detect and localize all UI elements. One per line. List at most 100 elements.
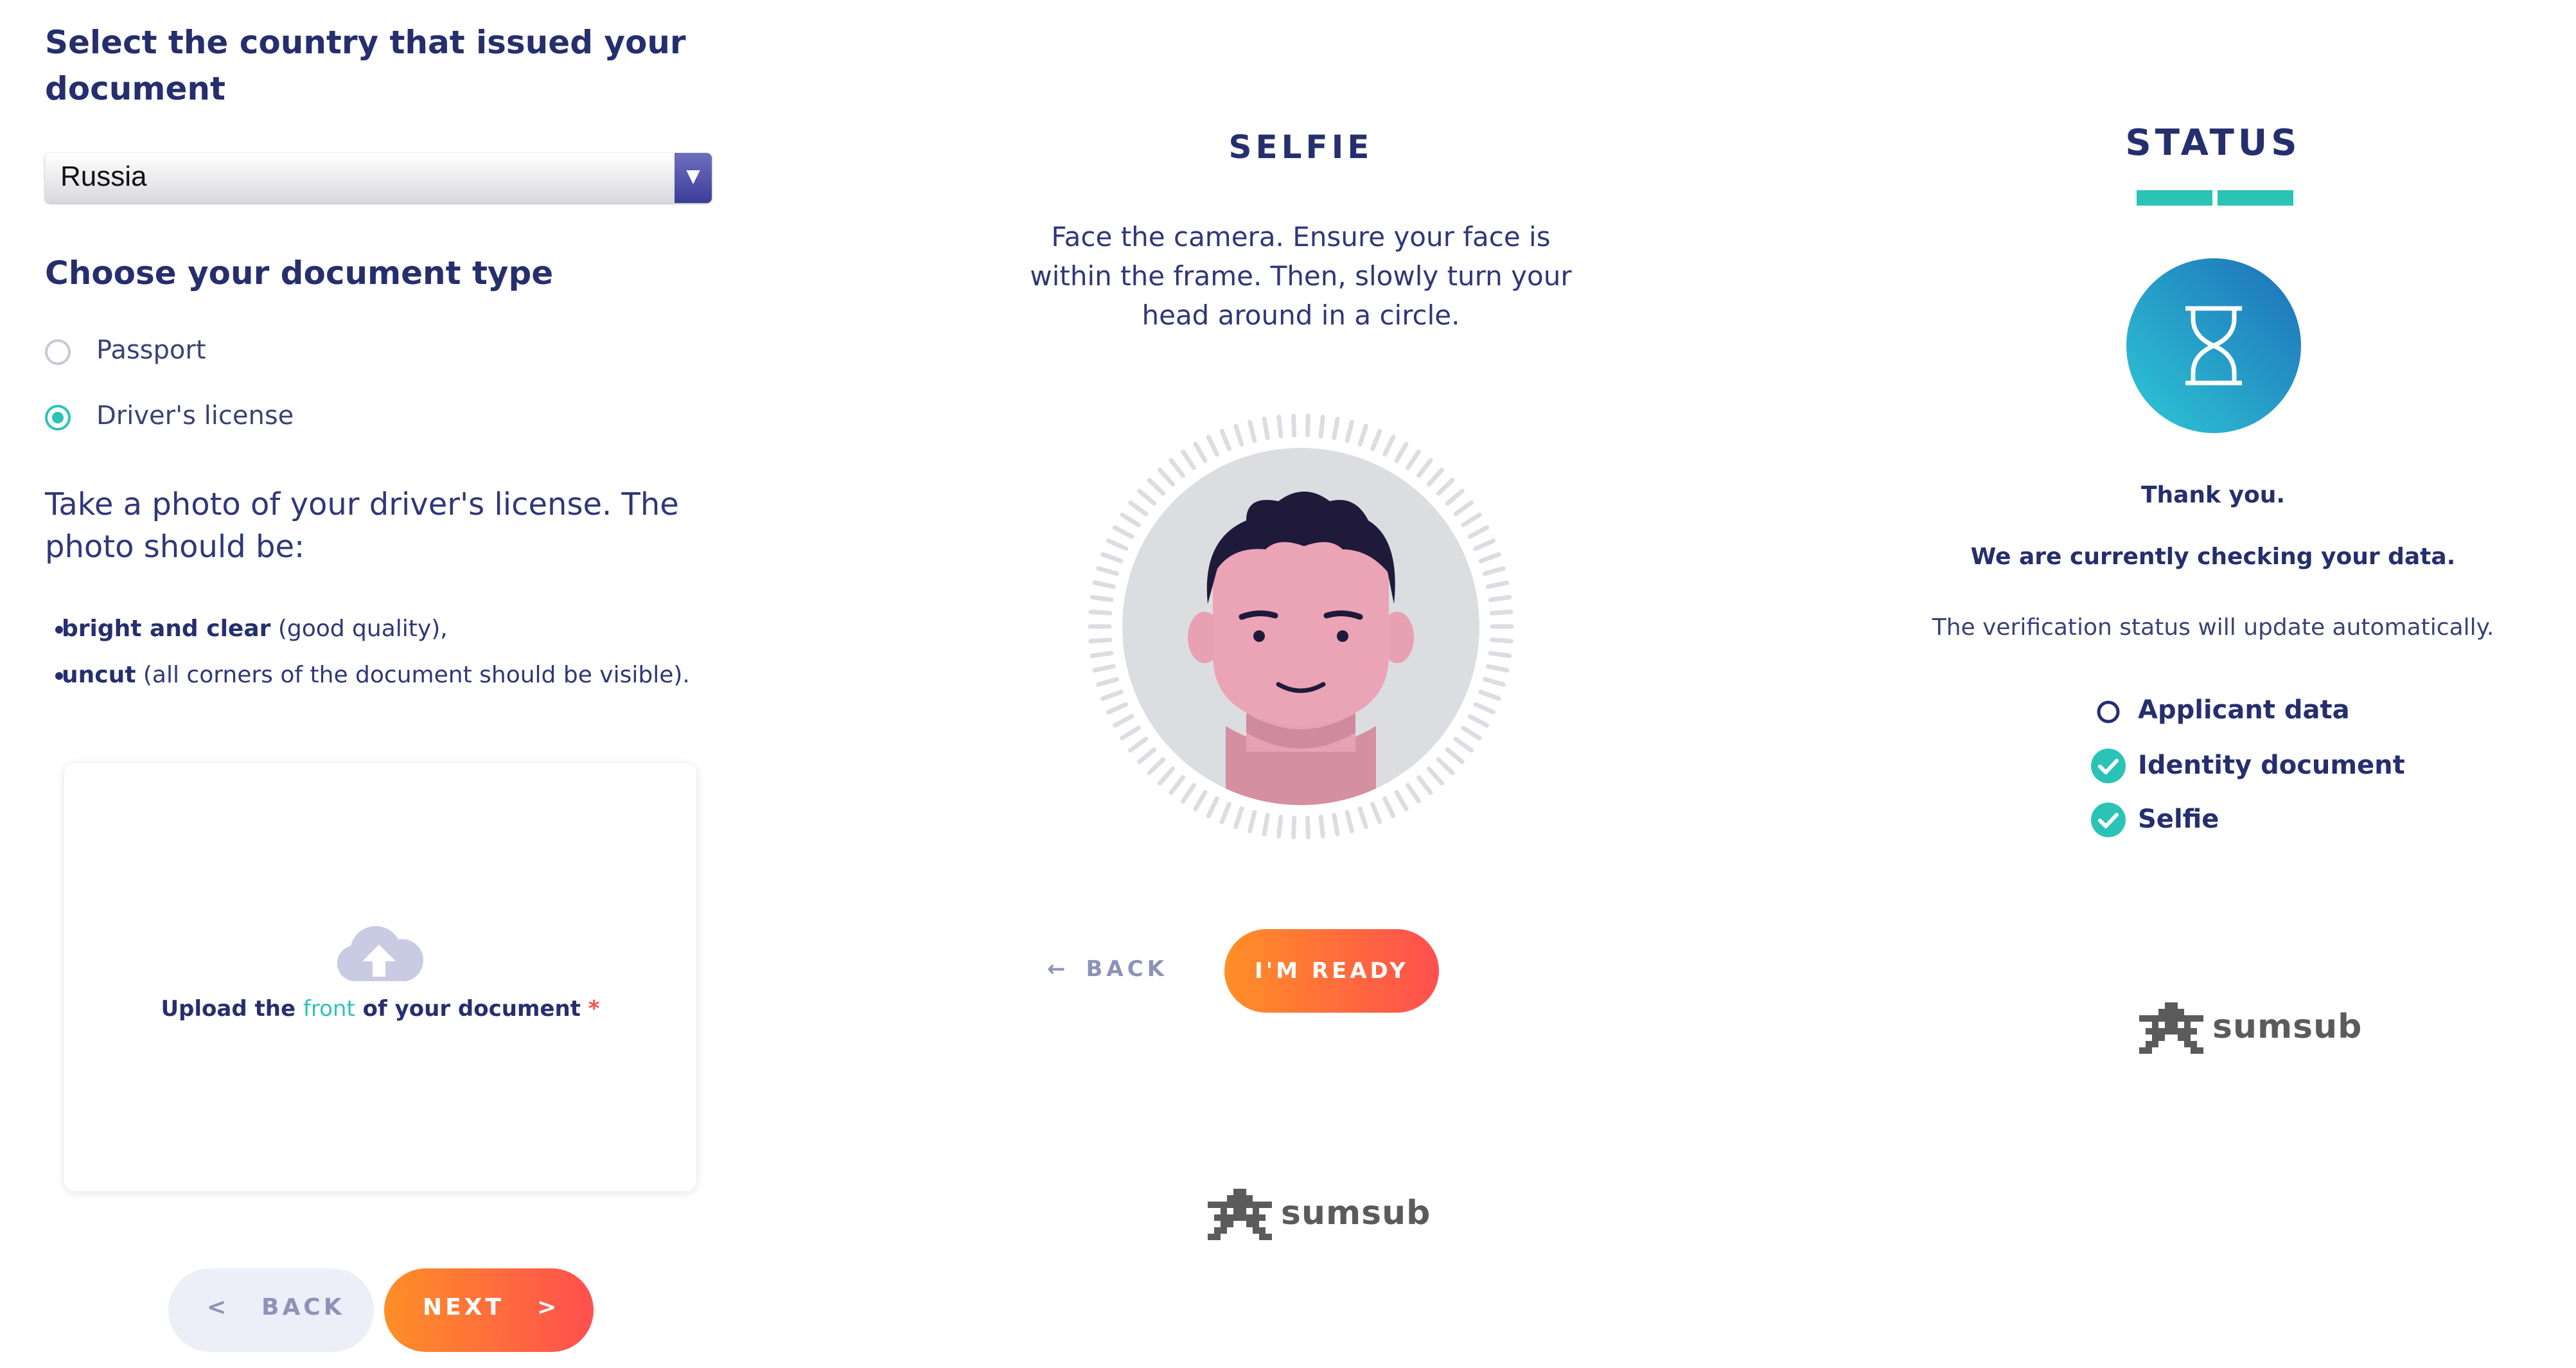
radio-label: Driver's license	[96, 401, 294, 431]
status-badge	[2126, 258, 2301, 433]
sumsub-logo: sumsub	[2139, 1002, 2361, 1054]
ring-tick	[1106, 538, 1129, 551]
chevron-right-icon: >	[537, 1294, 560, 1320]
ring-tick	[1489, 637, 1513, 644]
selfie-description: Face the camera. Ensure your face is wit…	[1030, 221, 1572, 331]
sumsub-logo: sumsub	[1208, 1189, 1430, 1240]
list-item: uncut (all corners of the document shoul…	[55, 662, 690, 688]
photo-instructions: Take a photo of your driver's license. T…	[45, 486, 679, 565]
upload-highlight: front	[303, 996, 355, 1022]
ring-tick	[1416, 775, 1433, 795]
ring-tick	[1445, 747, 1465, 765]
ring-tick	[1233, 806, 1244, 830]
check-circle-icon	[2091, 803, 2126, 837]
ring-tick	[1248, 420, 1257, 443]
next-button[interactable]: NEXT >	[384, 1268, 594, 1352]
radio-unchecked-icon[interactable]	[45, 339, 71, 365]
ring-tick	[1169, 775, 1186, 795]
ring-tick	[1096, 677, 1120, 687]
ring-tick	[1088, 637, 1113, 644]
selfie-panel: SELFIE Face the camera. Ensure your face…	[964, 0, 1638, 1368]
ring-tick	[1436, 757, 1455, 776]
ring-tick	[1382, 796, 1396, 819]
ring-tick	[1090, 594, 1114, 603]
ring-tick	[1158, 766, 1176, 786]
ring-tick	[1453, 500, 1474, 517]
ring-tick	[1092, 580, 1116, 589]
country-select-value: Russia	[60, 161, 147, 192]
ring-tick	[1482, 677, 1506, 687]
back-button-label: BACK	[261, 1294, 345, 1320]
ring-tick	[1262, 416, 1270, 441]
ring-tick	[1128, 736, 1149, 753]
arrow-left-icon: ←	[1047, 956, 1070, 982]
ring-tick	[1128, 500, 1149, 517]
ring-tick	[1169, 458, 1186, 478]
ring-tick	[1120, 725, 1141, 741]
sumsub-logo-text: sumsub	[2212, 1008, 2363, 1046]
bullet-bold: bright and clear	[62, 616, 271, 642]
ring-tick	[1305, 815, 1310, 840]
back-button[interactable]: < BACK	[168, 1268, 374, 1352]
ring-tick	[1478, 552, 1501, 564]
ring-tick	[1100, 552, 1124, 564]
ring-tick	[1181, 783, 1196, 804]
next-button-label: NEXT	[423, 1294, 505, 1320]
auto-update-text: The verification status will update auto…	[1932, 614, 2494, 641]
ring-tick	[1488, 650, 1512, 659]
ring-tick	[1305, 413, 1310, 438]
radio-label: Passport	[96, 335, 206, 365]
ring-tick	[1096, 566, 1120, 576]
ring-tick	[1394, 790, 1409, 812]
ring-tick	[1090, 650, 1114, 659]
ring-tick	[1112, 525, 1134, 539]
upload-dropzone[interactable]: Upload the front of your document *	[64, 763, 696, 1191]
selfie-back-button[interactable]: ← BACK	[1047, 956, 1168, 982]
ring-tick	[1147, 757, 1166, 776]
check-circle-icon	[2091, 749, 2126, 783]
ring-tick	[1332, 416, 1340, 441]
ring-tick	[1158, 467, 1176, 487]
sumsub-logo-text: sumsub	[1281, 1194, 1431, 1232]
ring-tick	[1318, 414, 1325, 439]
ring-tick	[1485, 664, 1510, 673]
ring-tick	[1193, 790, 1208, 812]
ring-tick	[1357, 806, 1368, 830]
upload-prefix: Upload the	[161, 996, 303, 1022]
ring-tick	[1382, 434, 1396, 457]
status-panel: STATUS Thank you. We are currently check…	[1850, 0, 2576, 1368]
ring-tick	[1489, 609, 1513, 616]
ring-tick	[1206, 796, 1219, 819]
upload-suffix: of your document	[355, 996, 588, 1022]
bullet-text: (all corners of the document should be v…	[136, 662, 690, 688]
ring-tick	[1426, 766, 1444, 786]
ring-tick	[1106, 702, 1129, 715]
radio-checked-icon[interactable]	[45, 405, 71, 431]
progress-segment	[2218, 190, 2293, 206]
chevron-down-icon[interactable]: ▼	[675, 153, 712, 203]
ring-tick	[1345, 810, 1354, 833]
ring-tick	[1406, 449, 1421, 470]
ring-tick	[1092, 664, 1116, 673]
list-item: bright and clear (good quality),	[55, 616, 448, 642]
ring-tick	[1137, 488, 1157, 506]
ring-tick	[1357, 423, 1368, 447]
ring-tick	[1370, 801, 1382, 824]
selfie-back-label: BACK	[1086, 956, 1169, 982]
ring-tick	[1467, 714, 1490, 728]
ring-tick	[1219, 429, 1231, 452]
ring-tick	[1394, 441, 1409, 463]
ring-tick	[1120, 512, 1141, 528]
ring-tick	[1233, 423, 1244, 447]
ring-tick	[1112, 714, 1134, 728]
ring-tick	[1206, 434, 1219, 457]
sumsub-logo-icon	[1208, 1189, 1272, 1240]
ring-tick	[1478, 689, 1501, 701]
ring-tick	[1461, 512, 1482, 528]
ring-tick	[1485, 580, 1510, 589]
ring-tick	[1473, 538, 1496, 551]
ready-button[interactable]: I'M READY	[1224, 929, 1439, 1013]
ring-tick	[1370, 429, 1382, 452]
ring-tick	[1445, 488, 1465, 506]
country-select[interactable]: Russia ▼	[45, 153, 712, 203]
